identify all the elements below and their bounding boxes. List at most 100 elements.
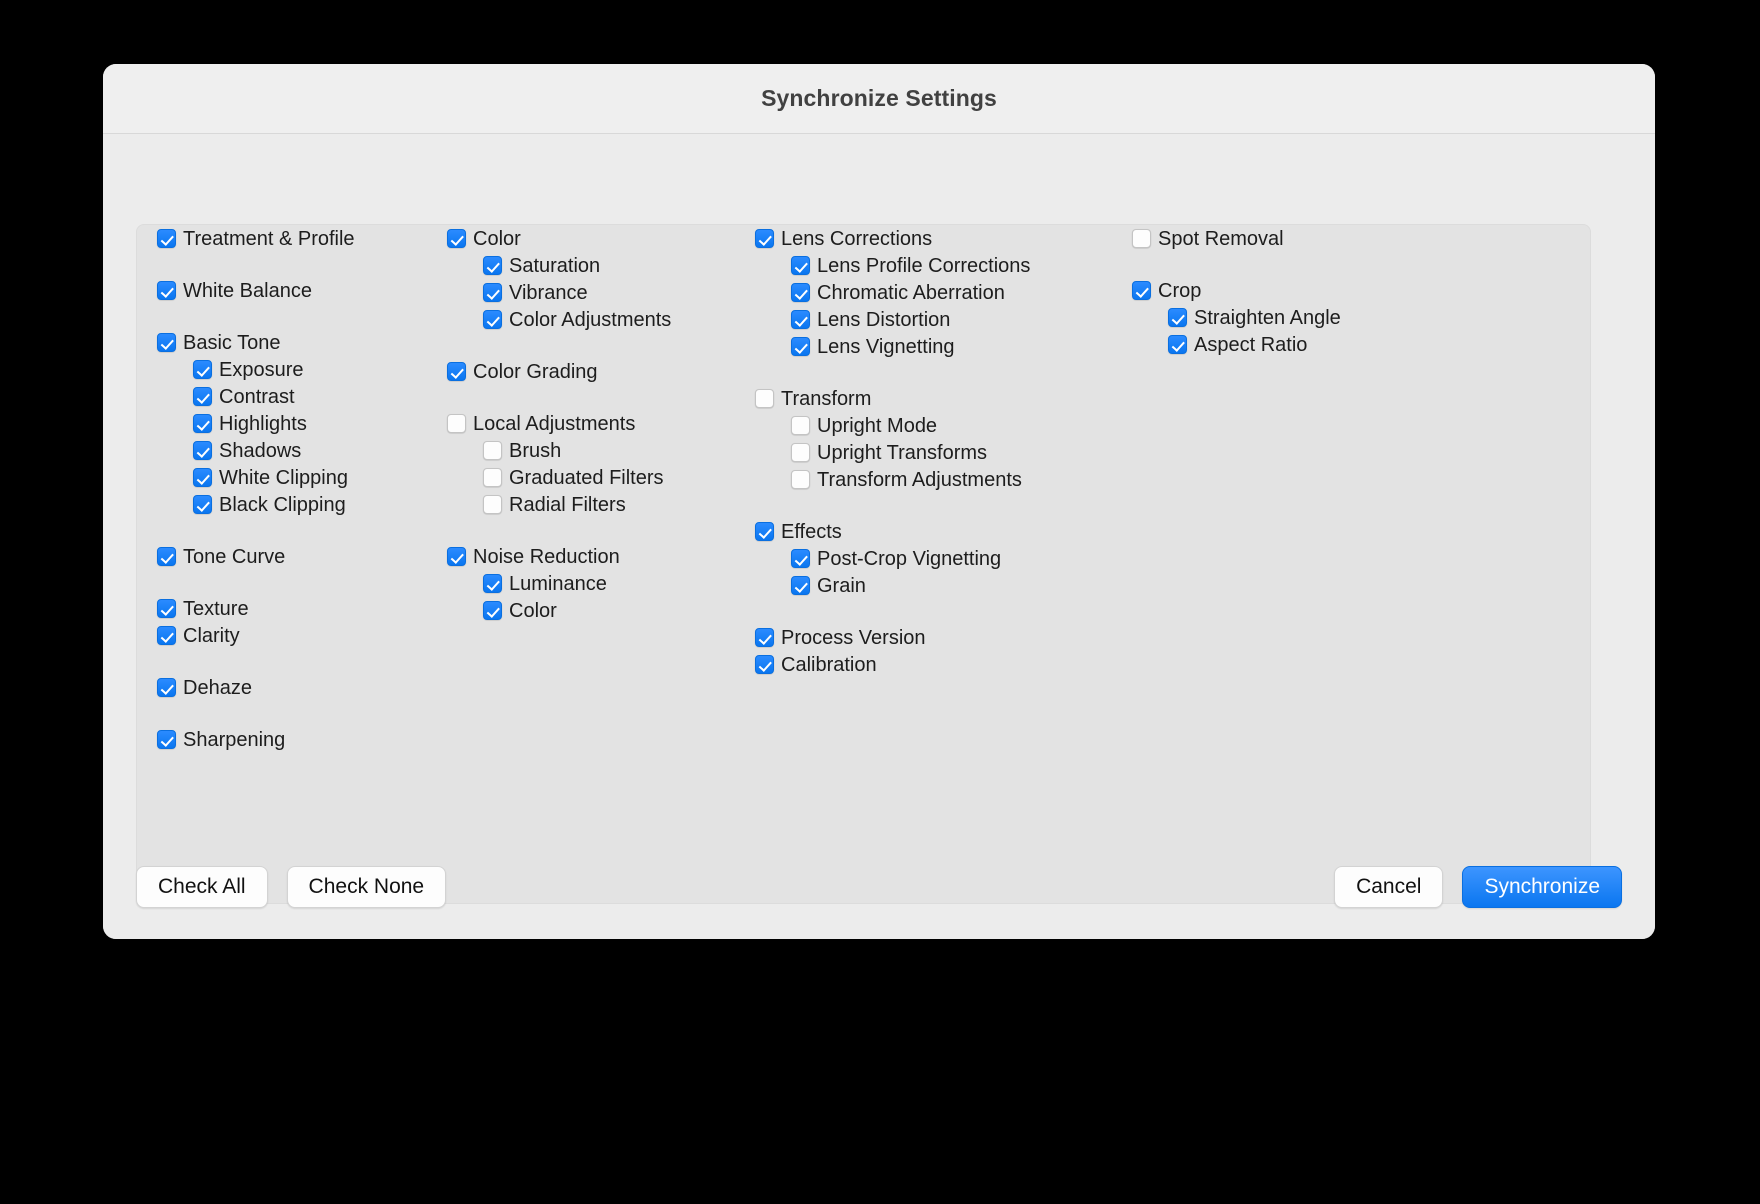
checkbox-row[interactable]: White Clipping (157, 464, 457, 491)
checkbox-checked-icon[interactable] (791, 337, 810, 356)
checkbox-checked-icon[interactable] (157, 281, 176, 300)
checkbox-checked-icon[interactable] (755, 655, 774, 674)
checkbox-row[interactable]: Dehaze (157, 674, 457, 701)
checkbox-checked-icon[interactable] (193, 387, 212, 406)
checkbox-checked-icon[interactable] (447, 547, 466, 566)
checkbox-label: Black Clipping (219, 493, 346, 516)
checkbox-checked-icon[interactable] (193, 414, 212, 433)
checkbox-checked-icon[interactable] (447, 362, 466, 381)
checkbox-row[interactable]: White Balance (157, 277, 457, 304)
checkbox-checked-icon[interactable] (157, 626, 176, 645)
checkbox-row[interactable]: Grain (755, 572, 1085, 599)
checkbox-row[interactable]: Straighten Angle (1132, 304, 1462, 331)
checkbox-unchecked-icon[interactable] (483, 495, 502, 514)
checkbox-checked-icon[interactable] (791, 256, 810, 275)
checkbox-row[interactable]: Noise Reduction (447, 543, 747, 570)
checkbox-unchecked-icon[interactable] (447, 414, 466, 433)
checkbox-unchecked-icon[interactable] (791, 443, 810, 462)
checkbox-row[interactable]: Color (447, 225, 747, 252)
checkbox-row[interactable]: Chromatic Aberration (755, 279, 1085, 306)
checkbox-checked-icon[interactable] (157, 599, 176, 618)
checkbox-row[interactable]: Shadows (157, 437, 457, 464)
checkbox-row[interactable]: Basic Tone (157, 329, 457, 356)
checkbox-row[interactable]: Texture (157, 595, 457, 622)
checkbox-checked-icon[interactable] (483, 574, 502, 593)
checkbox-row[interactable]: Lens Distortion (755, 306, 1085, 333)
checkbox-row[interactable]: Luminance (447, 570, 747, 597)
checkbox-row[interactable]: Black Clipping (157, 491, 457, 518)
checkbox-checked-icon[interactable] (157, 333, 176, 352)
checkbox-checked-icon[interactable] (791, 549, 810, 568)
checkbox-row[interactable]: Calibration (755, 651, 1085, 678)
checkbox-row[interactable]: Graduated Filters (447, 464, 747, 491)
checkbox-row[interactable]: Lens Corrections (755, 225, 1085, 252)
checkbox-checked-icon[interactable] (193, 360, 212, 379)
dialog-body: Treatment & Profile White Balance Basic To… (103, 134, 1655, 939)
checkbox-checked-icon[interactable] (157, 547, 176, 566)
checkbox-row[interactable]: Transform (755, 385, 1085, 412)
checkbox-checked-icon[interactable] (1132, 281, 1151, 300)
checkbox-row[interactable]: Radial Filters (447, 491, 747, 518)
checkbox-checked-icon[interactable] (483, 283, 502, 302)
checkbox-row[interactable]: Color (447, 597, 747, 624)
checkbox-row[interactable]: Highlights (157, 410, 457, 437)
checkbox-row[interactable]: Lens Profile Corrections (755, 252, 1085, 279)
checkbox-unchecked-icon[interactable] (483, 468, 502, 487)
checkbox-unchecked-icon[interactable] (483, 441, 502, 460)
screen: Synchronize Settings Treatment & Profile… (0, 0, 1760, 1204)
checkbox-checked-icon[interactable] (483, 310, 502, 329)
checkbox-row[interactable]: Exposure (157, 356, 457, 383)
checkbox-row[interactable]: Vibrance (447, 279, 747, 306)
checkbox-checked-icon[interactable] (755, 628, 774, 647)
checkbox-row[interactable]: Aspect Ratio (1132, 331, 1462, 358)
checkbox-row[interactable]: Treatment & Profile (157, 225, 457, 252)
checkbox-row[interactable]: Process Version (755, 624, 1085, 651)
checkbox-row[interactable]: Tone Curve (157, 543, 457, 570)
checkbox-row[interactable]: Upright Mode (755, 412, 1085, 439)
checkbox-row[interactable]: Lens Vignetting (755, 333, 1085, 360)
checkbox-checked-icon[interactable] (193, 441, 212, 460)
checkbox-checked-icon[interactable] (1168, 308, 1187, 327)
synchronize-settings-dialog: Synchronize Settings Treatment & Profile… (103, 64, 1655, 939)
check-all-button[interactable]: Check All (136, 865, 268, 908)
checkbox-row[interactable]: Contrast (157, 383, 457, 410)
checkbox-row[interactable]: Upright Transforms (755, 439, 1085, 466)
checkbox-checked-icon[interactable] (791, 283, 810, 302)
checkbox-checked-icon[interactable] (791, 576, 810, 595)
checkbox-row[interactable]: Sharpening (157, 726, 457, 753)
checkbox-checked-icon[interactable] (755, 522, 774, 541)
checkbox-checked-icon[interactable] (193, 495, 212, 514)
checkbox-checked-icon[interactable] (483, 601, 502, 620)
checkbox-unchecked-icon[interactable] (791, 416, 810, 435)
footer-left-buttons: Check All Check None (136, 865, 447, 908)
checkbox-row[interactable]: Clarity (157, 622, 457, 649)
checkbox-row[interactable]: Local Adjustments (447, 410, 747, 437)
checkbox-checked-icon[interactable] (483, 256, 502, 275)
checkbox-unchecked-icon[interactable] (1132, 229, 1151, 248)
synchronize-button[interactable]: Synchronize (1462, 865, 1622, 908)
checkbox-checked-icon[interactable] (1168, 335, 1187, 354)
checkbox-row[interactable]: Spot Removal (1132, 225, 1462, 252)
checkbox-row[interactable]: Color Adjustments (447, 306, 747, 333)
checkbox-checked-icon[interactable] (755, 229, 774, 248)
checkbox-checked-icon[interactable] (791, 310, 810, 329)
checkbox-checked-icon[interactable] (447, 229, 466, 248)
checkbox-row[interactable]: Effects (755, 518, 1085, 545)
checkbox-row[interactable]: Transform Adjustments (755, 466, 1085, 493)
checkbox-checked-icon[interactable] (157, 678, 176, 697)
check-none-button[interactable]: Check None (286, 865, 447, 908)
checkbox-checked-icon[interactable] (193, 468, 212, 487)
cancel-button[interactable]: Cancel (1334, 865, 1444, 908)
checkbox-unchecked-icon[interactable] (791, 470, 810, 489)
checkbox-row[interactable]: Brush (447, 437, 747, 464)
checkbox-row[interactable]: Crop (1132, 277, 1462, 304)
checkbox-row[interactable]: Saturation (447, 252, 747, 279)
checkbox-label: Tone Curve (183, 545, 286, 568)
checkbox-unchecked-icon[interactable] (755, 389, 774, 408)
checkbox-checked-icon[interactable] (157, 730, 176, 749)
checkbox-checked-icon[interactable] (157, 229, 176, 248)
checkbox-row[interactable]: Post-Crop Vignetting (755, 545, 1085, 572)
settings-columns: Treatment & Profile White Balance Basic To… (137, 225, 1590, 903)
checkbox-row[interactable]: Color Grading (447, 358, 747, 385)
